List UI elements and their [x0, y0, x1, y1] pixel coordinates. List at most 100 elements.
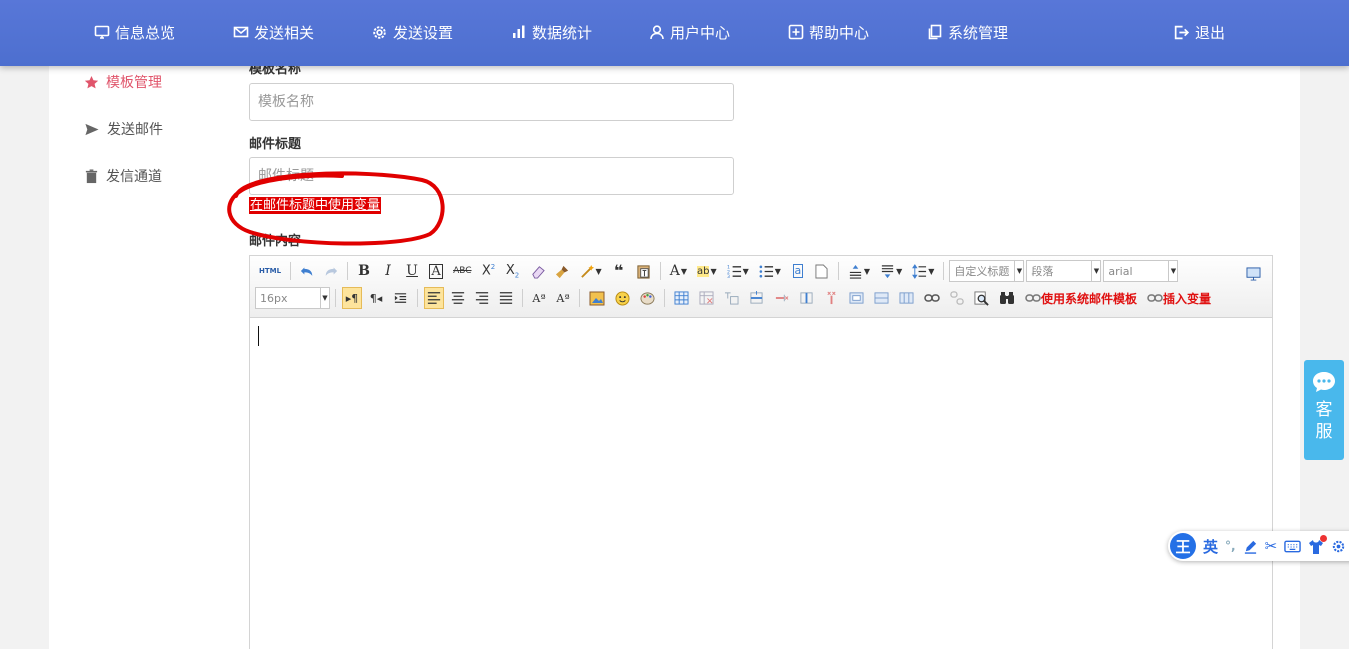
ime-logo[interactable]: 王	[1170, 533, 1196, 559]
insert-caption-button[interactable]	[721, 287, 742, 309]
strikethrough-button[interactable]: ABC	[450, 260, 474, 282]
insert-variable-button[interactable]: 插入变量	[1144, 287, 1214, 309]
split-cells-button[interactable]	[896, 287, 917, 309]
auto-typeset-button[interactable]: ▼	[577, 260, 605, 282]
align-right-button[interactable]	[472, 287, 492, 309]
sidebar-item-send-email[interactable]: 发送邮件	[84, 119, 163, 139]
ime-status-bar: 王 英 °, ✂	[1168, 531, 1349, 561]
ime-keyboard-icon[interactable]	[1284, 540, 1301, 553]
align-center-button[interactable]	[448, 287, 468, 309]
row-spacing-top-button[interactable]: ▼	[845, 260, 873, 282]
ordered-list-button[interactable]: 1 2 3 ▼	[724, 260, 752, 282]
background-color-button[interactable]: ab ▼	[694, 260, 720, 282]
undo-icon	[300, 267, 313, 276]
paste-plain-button[interactable]	[633, 260, 654, 282]
delete-column-button[interactable]	[821, 287, 842, 309]
custom-heading-select[interactable]: 自定义标题 ▼	[949, 260, 1025, 282]
monitor-icon	[94, 25, 110, 39]
indent-button[interactable]	[390, 287, 411, 309]
nav-item-label: 发送设置	[393, 23, 454, 42]
redo-button[interactable]	[321, 260, 341, 282]
brush-icon	[555, 265, 568, 278]
link-button[interactable]	[921, 287, 943, 309]
scrawl-button[interactable]	[637, 287, 658, 309]
caption-icon	[724, 292, 739, 305]
nav-item-help-center[interactable]: 帮助中心	[788, 21, 869, 43]
subject-input[interactable]	[249, 157, 734, 195]
delete-column-icon	[827, 291, 836, 305]
remove-format-button[interactable]	[527, 260, 548, 282]
html-source-button[interactable]: HTML	[256, 260, 284, 282]
use-system-template-button[interactable]: 使用系统邮件模板	[1022, 287, 1140, 309]
blockquote-button[interactable]: ❝	[609, 260, 629, 282]
fullscreen-button[interactable]	[1243, 263, 1264, 285]
insert-image-button[interactable]	[586, 287, 608, 309]
insert-column-button[interactable]	[796, 287, 817, 309]
emotion-button[interactable]	[612, 287, 633, 309]
font-color-button[interactable]: A ▼	[667, 260, 690, 282]
font-border-button[interactable]: A	[426, 260, 446, 282]
nav-item-send-settings[interactable]: 发送设置	[371, 21, 453, 43]
delete-table-button[interactable]	[696, 287, 717, 309]
row-spacing-bottom-button[interactable]: ▼	[877, 260, 905, 282]
customer-service-widget[interactable]: 客 服	[1304, 360, 1344, 460]
toolbar-separator	[659, 262, 661, 280]
italic-button[interactable]: I	[378, 260, 398, 282]
unlink-button[interactable]	[947, 287, 967, 309]
dropdown-arrow-icon: ▼	[680, 266, 687, 276]
superscript-button[interactable]: X2	[479, 260, 499, 282]
nav-item-system-management[interactable]: 系统管理	[927, 21, 1008, 43]
ime-language-toggle[interactable]: 英	[1203, 536, 1218, 557]
merge-right-button[interactable]	[871, 287, 892, 309]
binoculars-icon	[1000, 292, 1014, 304]
line-height-button[interactable]: ▼	[909, 260, 937, 282]
use-variable-in-subject-link[interactable]: 在邮件标题中使用变量	[249, 197, 382, 214]
bold-button[interactable]: B	[354, 260, 374, 282]
font-size-select[interactable]: 16px ▼	[255, 287, 330, 309]
print-preview-button[interactable]	[971, 287, 992, 309]
lowercase-button[interactable]: Aª	[553, 287, 573, 309]
anchor-button[interactable]: a	[788, 260, 808, 282]
smiley-icon	[615, 290, 630, 306]
insert-row-button[interactable]	[746, 287, 767, 309]
align-justify-icon	[499, 292, 513, 304]
link-icon	[1147, 294, 1163, 302]
sidebar-item-template-management[interactable]: 模板管理	[84, 72, 162, 92]
ltr-direction-button[interactable]: ▸¶	[342, 287, 362, 309]
font-border-icon: A	[429, 263, 443, 279]
template-name-input[interactable]	[249, 83, 734, 121]
editor-content-area[interactable]	[250, 318, 1272, 618]
underline-button[interactable]: U	[402, 260, 422, 282]
font-family-select[interactable]: arial ▼	[1103, 260, 1179, 282]
customer-service-label-2: 服	[1315, 422, 1333, 442]
dropdown-arrow-icon: ▼	[1014, 261, 1023, 281]
sidebar-item-channels[interactable]: 发信通道	[84, 166, 162, 186]
ime-scissors-icon[interactable]: ✂	[1265, 537, 1278, 555]
undo-button[interactable]	[297, 260, 317, 282]
logout-button[interactable]: 退出	[1173, 21, 1225, 43]
ime-handwriting-icon[interactable]	[1243, 539, 1258, 554]
unordered-list-button[interactable]: ▼	[756, 260, 784, 282]
paragraph-select[interactable]: 段落 ▼	[1026, 260, 1102, 282]
page-break-button[interactable]	[812, 260, 832, 282]
delete-row-button[interactable]	[771, 287, 792, 309]
rtl-direction-button[interactable]: ¶◂	[366, 287, 386, 309]
merge-cells-button[interactable]	[846, 287, 867, 309]
align-justify-button[interactable]	[496, 287, 516, 309]
align-left-button[interactable]	[424, 287, 444, 309]
search-replace-button[interactable]	[996, 287, 1018, 309]
ime-punctuation-icon[interactable]: °,	[1225, 539, 1236, 553]
uppercase-button[interactable]: Aª	[529, 287, 549, 309]
ime-settings-icon[interactable]	[1331, 539, 1346, 554]
insert-table-button[interactable]	[671, 287, 692, 309]
nav-item-overview[interactable]: 信息总览	[94, 21, 175, 43]
customer-service-label-1: 客	[1315, 400, 1333, 420]
nav-item-user-center[interactable]: 用户中心	[649, 21, 730, 43]
ime-skin-icon[interactable]	[1308, 534, 1328, 554]
gear-icon	[1332, 540, 1345, 552]
subscript-button[interactable]: X2	[503, 260, 523, 282]
nav-item-statistics[interactable]: 数据统计	[511, 21, 592, 43]
svg-text:3: 3	[727, 274, 730, 279]
nav-item-sending[interactable]: 发送相关	[233, 21, 314, 43]
format-painter-button[interactable]	[552, 260, 573, 282]
